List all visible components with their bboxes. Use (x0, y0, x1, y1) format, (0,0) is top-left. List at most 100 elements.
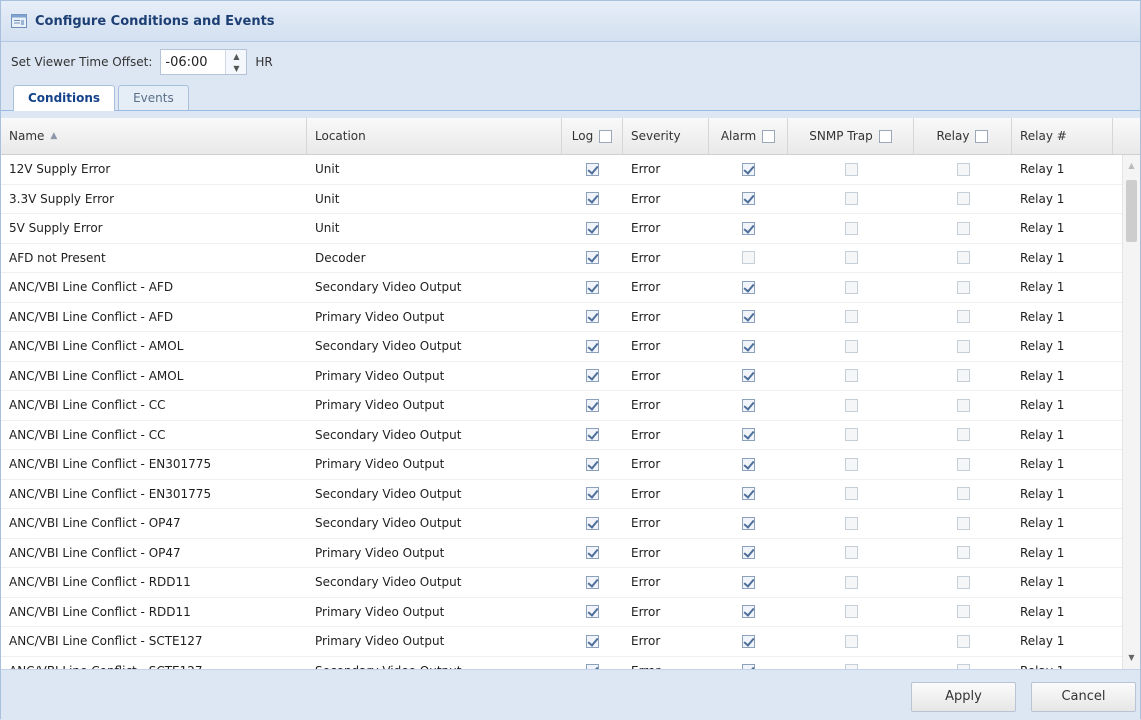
relay-checkbox[interactable] (956, 575, 970, 589)
relay-checkbox[interactable] (956, 457, 970, 471)
relay-checkbox[interactable] (956, 398, 970, 412)
alarm-checkbox[interactable] (742, 310, 755, 324)
snmp-trap-checkbox[interactable] (844, 221, 858, 235)
alarm-checkbox[interactable] (742, 457, 755, 471)
table-row[interactable]: ANC/VBI Line Conflict - AFD Secondary Vid… (1, 273, 1140, 303)
relay-checkbox[interactable] (956, 162, 970, 176)
log-checkbox[interactable] (586, 575, 599, 589)
table-row[interactable]: 3.3V Supply Error Unit Error Relay 1 (1, 185, 1140, 214)
alarm-checkbox[interactable] (742, 251, 755, 265)
snmp-trap-checkbox[interactable] (844, 339, 858, 353)
relay-checkbox[interactable] (956, 192, 970, 206)
column-header-log[interactable]: Log (562, 118, 623, 154)
log-checkbox[interactable] (586, 546, 599, 560)
table-row[interactable]: ANC/VBI Line Conflict - RDD11 Primary Vid… (1, 598, 1140, 627)
snmp-trap-checkbox[interactable] (844, 605, 858, 619)
snmp-trap-checkbox[interactable] (844, 487, 858, 501)
alarm-checkbox[interactable] (742, 221, 755, 235)
relay-checkbox[interactable] (956, 369, 970, 383)
time-offset-input[interactable] (161, 51, 226, 73)
snmp-trap-checkbox[interactable] (844, 162, 858, 176)
log-checkbox[interactable] (586, 369, 599, 383)
alarm-checkbox[interactable] (742, 516, 755, 530)
log-checkbox[interactable] (586, 280, 599, 294)
log-checkbox[interactable] (586, 457, 599, 471)
alarm-checkbox[interactable] (742, 605, 755, 619)
alarm-checkbox[interactable] (742, 428, 755, 442)
vertical-scrollbar[interactable]: ▲ ▼ (1122, 155, 1140, 669)
log-checkbox[interactable] (586, 192, 599, 206)
relay-checkbox[interactable] (956, 280, 970, 294)
alarm-checkbox[interactable] (742, 398, 755, 412)
snmp-trap-checkbox[interactable] (844, 428, 858, 442)
log-checkbox[interactable] (586, 221, 599, 235)
snmp-trap-checkbox[interactable] (844, 310, 858, 324)
scroll-thumb[interactable] (1126, 180, 1137, 242)
relay-checkbox[interactable] (956, 634, 970, 648)
log-checkbox[interactable] (586, 310, 599, 324)
alarm-checkbox[interactable] (742, 280, 755, 294)
column-header-alarm[interactable]: Alarm (709, 118, 788, 154)
relay-checkbox[interactable] (956, 516, 970, 530)
table-row[interactable]: ANC/VBI Line Conflict - SCTE127 Primary V… (1, 627, 1140, 657)
column-header-severity[interactable]: Severity (623, 118, 709, 154)
relay-checkbox[interactable] (956, 251, 970, 265)
snmp-trap-checkbox[interactable] (844, 280, 858, 294)
relay-select-all-checkbox[interactable] (975, 129, 989, 143)
time-offset-spinner[interactable]: ▲ ▼ (160, 49, 248, 75)
snmp-trap-checkbox[interactable] (844, 251, 858, 265)
log-checkbox[interactable] (586, 516, 599, 530)
spinner-down-icon[interactable]: ▼ (226, 62, 246, 74)
column-header-name[interactable]: Name ▲ (1, 118, 307, 154)
alarm-checkbox[interactable] (742, 339, 755, 353)
log-checkbox[interactable] (586, 487, 599, 501)
log-checkbox[interactable] (586, 251, 599, 265)
column-header-location[interactable]: Location (307, 118, 562, 154)
column-header-relay-number[interactable]: Relay # (1012, 118, 1113, 154)
snmp-trap-checkbox[interactable] (844, 575, 858, 589)
table-row[interactable]: 12V Supply Error Unit Error Relay 1 (1, 155, 1140, 185)
table-row[interactable]: ANC/VBI Line Conflict - AMOL Secondary Vi… (1, 332, 1140, 362)
alarm-checkbox[interactable] (742, 162, 755, 176)
snmp-trap-checkbox[interactable] (844, 369, 858, 383)
table-row[interactable]: ANC/VBI Line Conflict - CC Secondary Vide… (1, 421, 1140, 450)
log-checkbox[interactable] (586, 162, 599, 176)
alarm-checkbox[interactable] (742, 369, 755, 383)
relay-checkbox[interactable] (956, 339, 970, 353)
scroll-up-icon[interactable]: ▲ (1123, 159, 1140, 173)
table-row[interactable]: ANC/VBI Line Conflict - AMOL Primary Vide… (1, 362, 1140, 391)
table-row[interactable]: ANC/VBI Line Conflict - EN301775 Primary … (1, 450, 1140, 480)
snmp-trap-checkbox[interactable] (844, 457, 858, 471)
snmp-trap-checkbox[interactable] (844, 546, 858, 560)
table-row[interactable]: ANC/VBI Line Conflict - SCTE127Secondary… (1, 657, 1140, 669)
table-row[interactable]: ANC/VBI Line Conflict - AFD Primary Video… (1, 303, 1140, 332)
table-row[interactable]: ANC/VBI Line Conflict - EN301775 Secondar… (1, 480, 1140, 509)
column-header-snmp[interactable]: SNMP Trap (788, 118, 914, 154)
tab-events[interactable]: Events (118, 85, 189, 110)
relay-checkbox[interactable] (956, 221, 970, 235)
alarm-checkbox[interactable] (742, 546, 755, 560)
scroll-down-icon[interactable]: ▼ (1123, 651, 1140, 665)
relay-checkbox[interactable] (956, 428, 970, 442)
cancel-button[interactable]: Cancel (1031, 682, 1136, 712)
table-row[interactable]: ANC/VBI Line Conflict - CC Primary Video … (1, 391, 1140, 421)
log-checkbox[interactable] (586, 428, 599, 442)
alarm-checkbox[interactable] (742, 575, 755, 589)
alarm-checkbox[interactable] (742, 634, 755, 648)
relay-checkbox[interactable] (956, 605, 970, 619)
relay-checkbox[interactable] (956, 310, 970, 324)
snmp-trap-checkbox[interactable] (844, 398, 858, 412)
column-header-relay[interactable]: Relay (914, 118, 1012, 154)
snmp-trap-checkbox[interactable] (844, 634, 858, 648)
log-checkbox[interactable] (586, 339, 599, 353)
relay-checkbox[interactable] (956, 546, 970, 560)
table-row[interactable]: 5V Supply Error Unit Error Relay 1 (1, 214, 1140, 244)
alarm-checkbox[interactable] (742, 192, 755, 206)
snmp-trap-checkbox[interactable] (844, 192, 858, 206)
snmp-trap-checkbox[interactable] (844, 516, 858, 530)
table-row[interactable]: ANC/VBI Line Conflict - OP47 Secondary Vi… (1, 509, 1140, 539)
log-checkbox[interactable] (586, 634, 599, 648)
alarm-checkbox[interactable] (742, 487, 755, 501)
snmp-select-all-checkbox[interactable] (878, 129, 892, 143)
apply-button[interactable]: Apply (911, 682, 1016, 712)
